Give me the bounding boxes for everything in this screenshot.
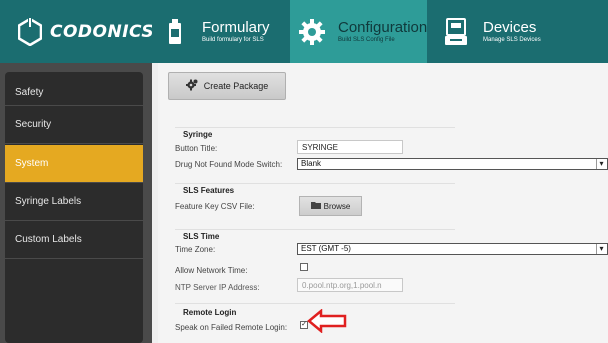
sidebar-item-label: Safety <box>15 87 44 98</box>
chevron-down-icon: ▾ <box>596 244 606 254</box>
bottle-icon <box>160 15 190 49</box>
section-title-sls-features: SLS Features <box>183 186 235 195</box>
section-divider <box>175 183 455 184</box>
time-zone-select[interactable]: EST (GMT -5) ▾ <box>297 243 608 255</box>
section-divider <box>175 303 455 304</box>
tab-configuration-title: Configuration <box>338 19 428 36</box>
ntp-server-label: NTP Server IP Address: <box>175 283 260 292</box>
create-package-label: Create Package <box>203 81 269 91</box>
section-divider <box>175 127 455 128</box>
tab-devices-subtitle: Manage SLS Devices <box>483 37 541 43</box>
section-divider <box>175 229 455 230</box>
tab-devices-title: Devices <box>483 19 537 36</box>
tab-configuration[interactable]: Configuration Build SLS Config File <box>290 0 427 63</box>
speak-failed-login-label: Speak on Failed Remote Login: <box>175 323 288 332</box>
chevron-down-icon: ▾ <box>596 159 606 169</box>
drug-not-found-label: Drug Not Found Mode Switch: <box>175 160 283 169</box>
tab-devices[interactable]: Devices Manage SLS Devices <box>427 0 608 63</box>
create-package-button[interactable]: Create Package <box>168 72 286 100</box>
tab-configuration-subtitle: Build SLS Config File <box>338 37 395 43</box>
sidebar-item-system[interactable]: System <box>5 145 143 183</box>
sidebar-item-label: System <box>15 158 49 169</box>
browse-button[interactable]: Browse <box>299 196 362 216</box>
sidebar-item-security[interactable]: Security <box>5 106 143 144</box>
sidebar-item-label: Syringe Labels <box>15 196 82 207</box>
section-title-remote-login: Remote Login <box>183 308 237 317</box>
red-callout-arrow-icon <box>307 308 347 338</box>
label-printer-icon <box>441 15 471 49</box>
section-title-syringe: Syringe <box>183 130 213 139</box>
time-zone-value: EST (GMT -5) <box>301 244 351 253</box>
allow-network-time-label: Allow Network Time: <box>175 266 248 275</box>
settings-form: Create Package Syringe Button Title: SYR… <box>158 63 608 343</box>
sidebar-item-syringe-labels[interactable]: Syringe Labels <box>5 183 143 221</box>
sidebar-item-custom-labels[interactable]: Custom Labels <box>5 221 143 259</box>
sidebar-panel: Safety Security System Syringe Labels Cu… <box>5 72 143 343</box>
browse-label: Browse <box>323 201 351 211</box>
codonics-logo-icon <box>17 16 43 47</box>
sidebar: Safety Security System Syringe Labels Cu… <box>0 63 152 343</box>
brand-name: CODONICS <box>50 21 155 42</box>
app-header: CODONICS Formulary Build formulary for S… <box>0 0 608 63</box>
sidebar-item-label: Custom Labels <box>15 234 82 245</box>
button-title-input[interactable]: SYRINGE <box>297 140 403 154</box>
main-content: Create Package Syringe Button Title: SYR… <box>152 63 608 343</box>
package-gear-icon <box>185 79 198 93</box>
tab-formulary-title: Formulary <box>202 19 270 36</box>
time-zone-label: Time Zone: <box>175 245 216 254</box>
sidebar-item-label: Security <box>15 119 52 130</box>
gear-icon <box>298 15 326 49</box>
ntp-server-input[interactable]: 0.pool.ntp.org,1.pool.n <box>297 278 403 292</box>
feature-key-label: Feature Key CSV File: <box>175 202 255 211</box>
drug-not-found-value: Blank <box>301 159 322 168</box>
folder-icon <box>310 201 321 211</box>
tab-formulary[interactable]: Formulary Build formulary for SLS <box>152 0 290 63</box>
allow-network-time-checkbox[interactable] <box>300 263 308 271</box>
drug-not-found-select[interactable]: Blank ▾ <box>297 158 608 170</box>
codonics-logo[interactable]: CODONICS <box>0 0 155 63</box>
tab-formulary-subtitle: Build formulary for SLS <box>202 37 264 43</box>
section-title-sls-time: SLS Time <box>183 232 220 241</box>
sidebar-item-safety[interactable]: Safety <box>5 72 143 106</box>
button-title-label: Button Title: <box>175 144 218 153</box>
